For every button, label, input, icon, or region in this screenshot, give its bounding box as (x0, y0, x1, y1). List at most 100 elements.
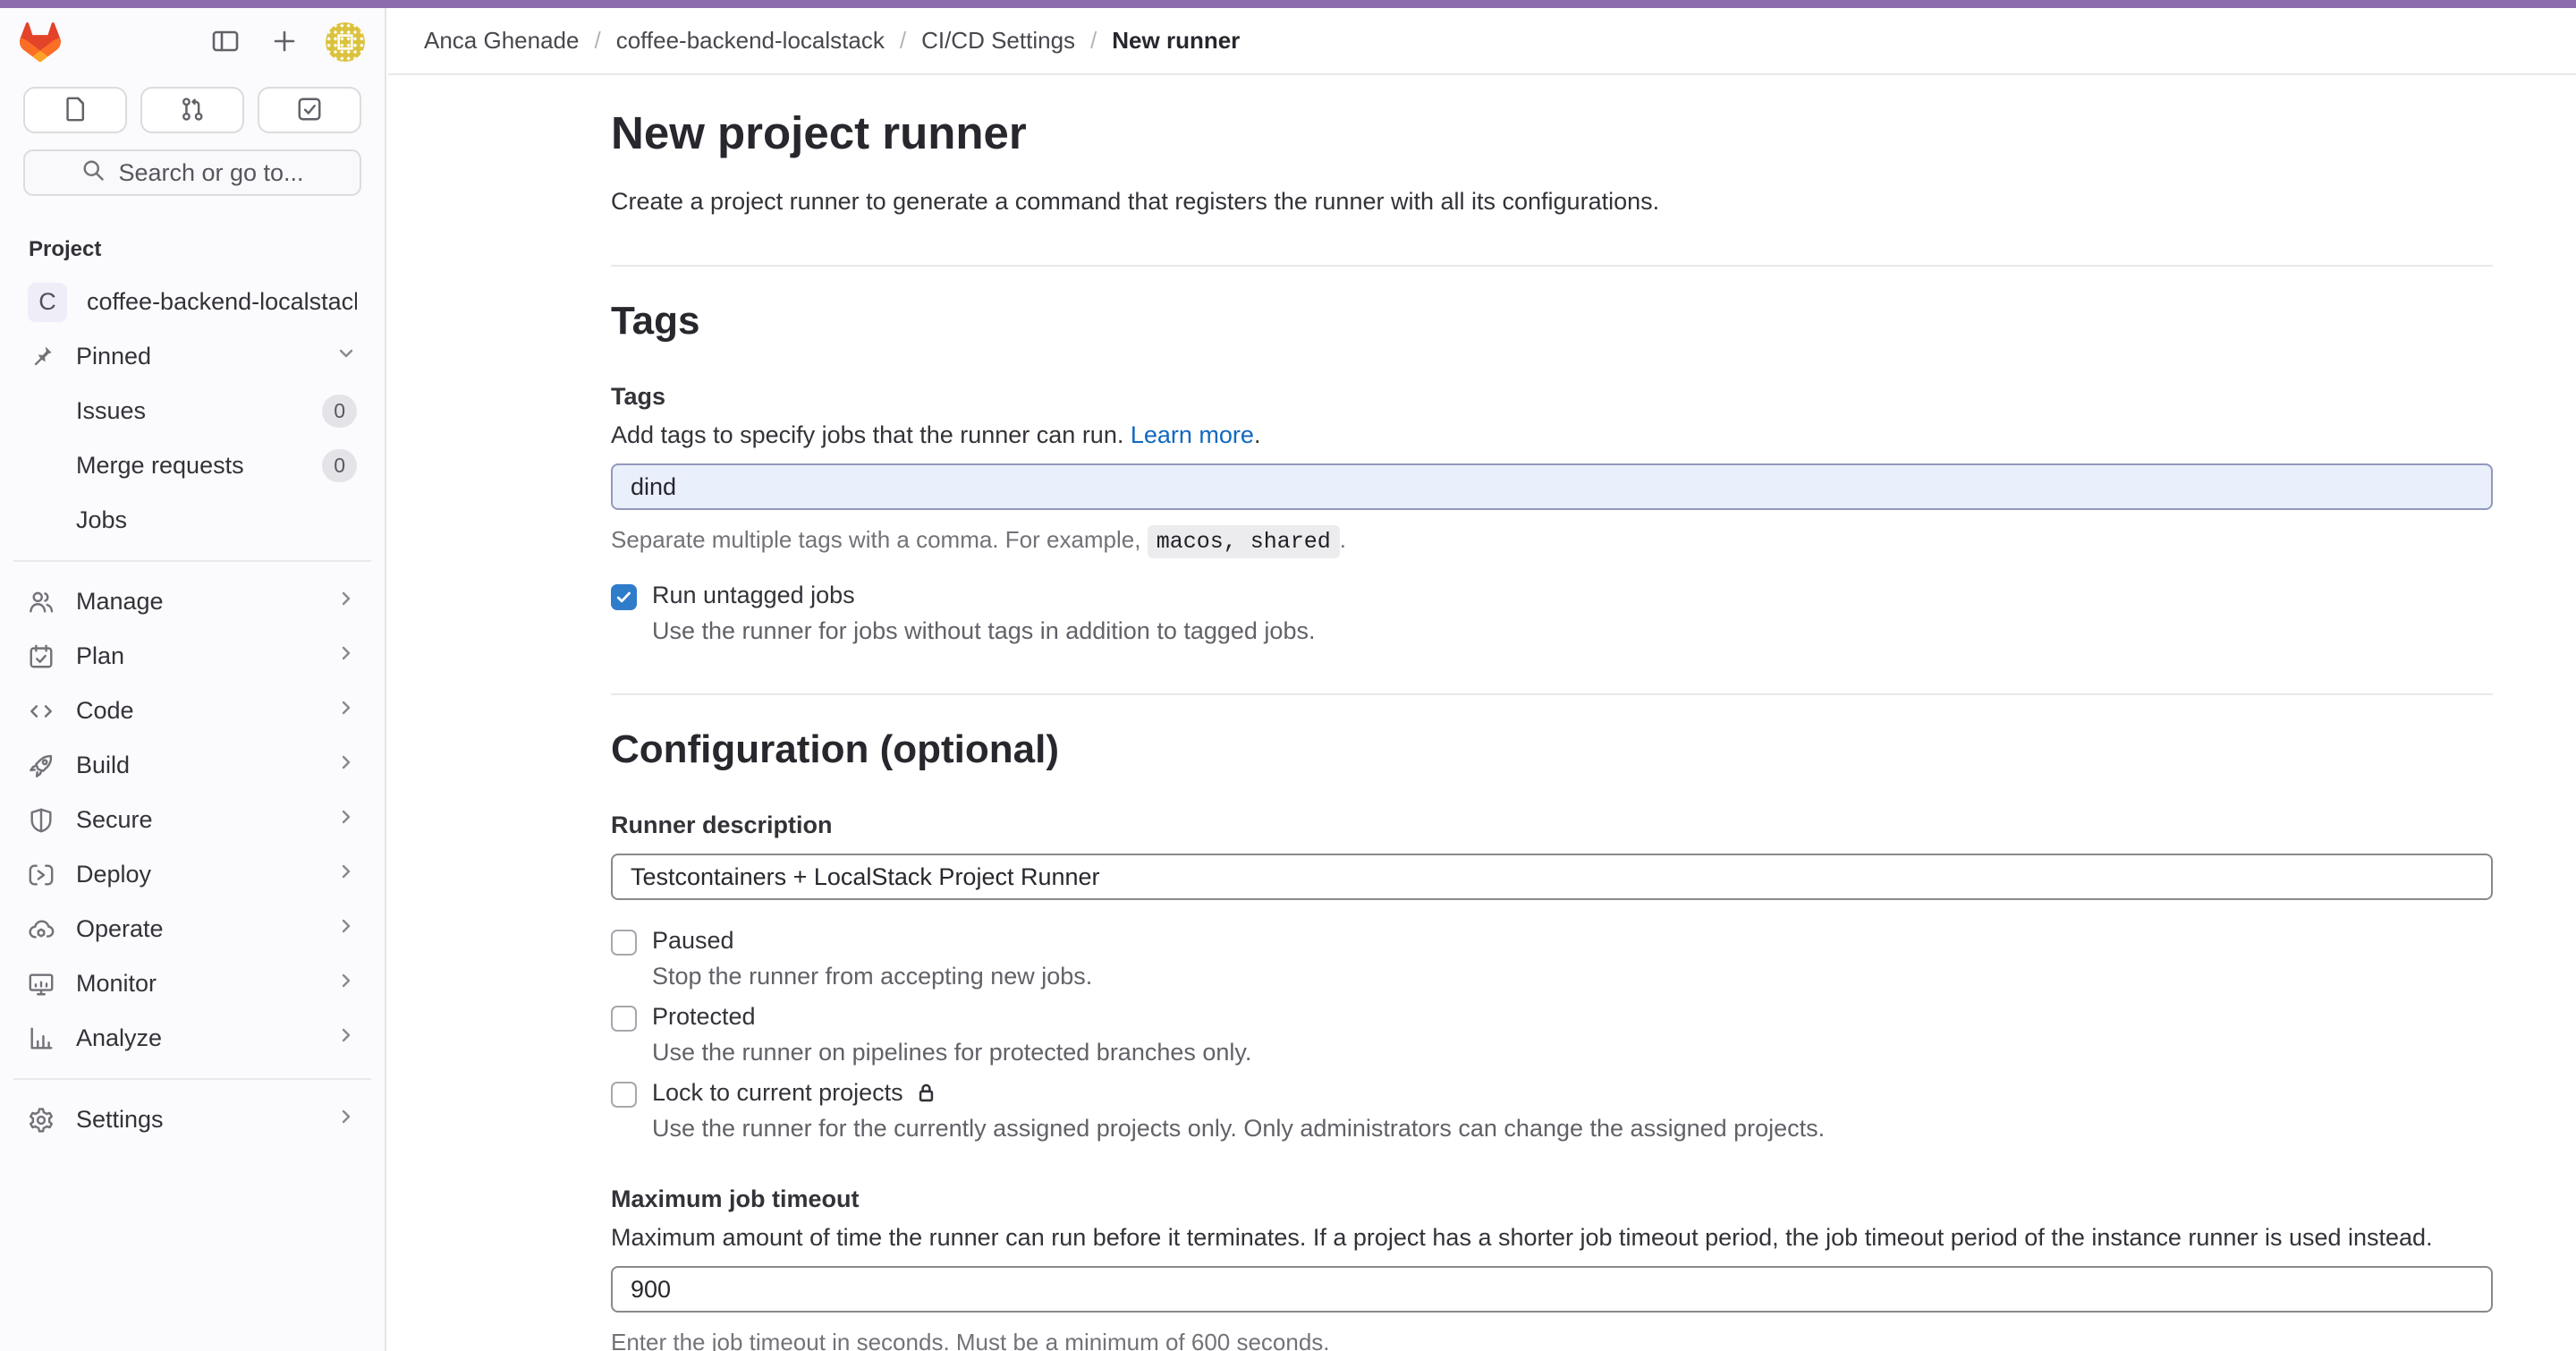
chevron-down-icon (335, 343, 357, 370)
tags-input[interactable] (611, 463, 2493, 510)
project-avatar: C (28, 283, 67, 322)
run-untagged-jobs-checkbox-row[interactable]: Run untagged jobs (611, 582, 2493, 610)
sidebar-divider (13, 560, 371, 562)
sidebar-item-code[interactable]: Code (13, 684, 371, 738)
paused-checkbox[interactable] (611, 930, 637, 956)
section-divider (611, 693, 2493, 695)
chevron-right-icon (335, 915, 357, 943)
section-divider (611, 265, 2493, 267)
chevron-right-icon (335, 806, 357, 834)
sidebar-item-deploy[interactable]: Deploy (13, 847, 371, 902)
create-new-button[interactable] (267, 24, 302, 60)
issue-document-icon (62, 96, 89, 125)
lock-to-projects-checkbox[interactable] (611, 1082, 637, 1108)
deploy-icon (28, 862, 55, 888)
issues-count-badge: 0 (322, 395, 357, 428)
sidebar-toggle-button[interactable] (208, 24, 243, 60)
sidebar-item-label: Issues (76, 397, 322, 425)
tags-helper-text: Separate multiple tags with a comma. For… (611, 526, 1140, 553)
tags-helper: Separate multiple tags with a comma. For… (611, 526, 2493, 555)
chevron-right-icon (335, 1024, 357, 1052)
protected-checkbox[interactable] (611, 1006, 637, 1032)
chevron-right-icon (335, 1106, 357, 1134)
sidebar-item-secure[interactable]: Secure (13, 793, 371, 847)
sidebar-item-analyze[interactable]: Analyze (13, 1011, 371, 1066)
breadcrumb-item-cicd-settings[interactable]: CI/CD Settings (921, 27, 1075, 55)
top-accent-bar (0, 0, 2576, 8)
protected-block: Protected Use the runner on pipelines fo… (611, 1003, 2493, 1066)
sidebar-item-label: Secure (76, 806, 335, 834)
learn-more-link[interactable]: Learn more (1131, 421, 1254, 448)
configuration-section-heading: Configuration (optional) (611, 726, 2493, 774)
checkbox-label: Lock to current projects (652, 1079, 938, 1107)
bar-chart-icon (28, 1025, 55, 1052)
project-name: coffee-backend-localstack (87, 288, 357, 316)
tags-example-code: macos, shared (1148, 525, 1340, 558)
chevron-right-icon (335, 697, 357, 725)
sidebar-item-label: Merge requests (76, 452, 322, 480)
merge-requests-count-badge: 0 (322, 449, 357, 482)
search-input[interactable]: Search or go to... (23, 149, 361, 196)
sidebar-divider (13, 1078, 371, 1080)
merge-requests-shortcut-button[interactable] (140, 87, 244, 133)
sidebar-item-operate[interactable]: Operate (13, 902, 371, 956)
run-untagged-jobs-checkbox[interactable] (611, 584, 637, 610)
breadcrumb-separator: / (900, 27, 906, 55)
users-icon (28, 589, 55, 616)
sidebar-item-project[interactable]: C coffee-backend-localstack (13, 275, 371, 329)
gear-icon (28, 1107, 55, 1134)
sidebar-item-issues[interactable]: Issues 0 (13, 384, 371, 438)
checkbox-label: Paused (652, 927, 734, 955)
sidebar-toggle-icon (211, 27, 240, 58)
protected-checkbox-row[interactable]: Protected (611, 1003, 2493, 1032)
chevron-right-icon (335, 752, 357, 779)
sidebar-item-jobs[interactable]: Jobs (13, 493, 371, 548)
user-avatar[interactable] (326, 22, 365, 62)
page-content: New project runner Create a project runn… (388, 106, 2576, 1351)
sidebar-item-pinned[interactable]: Pinned (13, 329, 371, 384)
checkbox-label: Run untagged jobs (652, 582, 855, 609)
max-job-timeout-label: Maximum job timeout (611, 1185, 2493, 1213)
sidebar-item-label: Analyze (76, 1024, 335, 1052)
breadcrumb-item-current: New runner (1112, 27, 1240, 55)
gitlab-tanuki-icon[interactable] (20, 22, 61, 62)
paused-checkbox-row[interactable]: Paused (611, 927, 2493, 956)
page-subtitle: Create a project runner to generate a co… (611, 186, 2493, 217)
sidebar-item-label: Deploy (76, 861, 335, 888)
todo-check-icon (296, 96, 323, 125)
sidebar-item-monitor[interactable]: Monitor (13, 956, 371, 1011)
chevron-right-icon (335, 642, 357, 670)
lock-to-projects-checkbox-row[interactable]: Lock to current projects (611, 1079, 2493, 1108)
sidebar-item-label: Manage (76, 588, 335, 616)
runner-description-input[interactable] (611, 854, 2493, 900)
runner-description-label: Runner description (611, 811, 2493, 839)
lock-to-projects-block: Lock to current projects Use the runner … (611, 1079, 2493, 1143)
breadcrumb-item-project[interactable]: coffee-backend-localstack (616, 27, 885, 55)
max-job-timeout-helper: Enter the job timeout in seconds. Must b… (611, 1329, 2493, 1351)
code-brackets-icon (28, 698, 55, 725)
sidebar-item-label: Settings (76, 1106, 335, 1134)
todo-list-shortcut-button[interactable] (258, 87, 361, 133)
sidebar-header (0, 8, 385, 76)
tags-field-description: Add tags to specify jobs that the runner… (611, 421, 2493, 449)
checkbox-help-text: Stop the runner from accepting new jobs. (652, 963, 2493, 990)
sidebar: Search or go to... Project C coffee-back… (0, 8, 386, 1351)
checkbox-label: Protected (652, 1003, 756, 1031)
checkbox-help-text: Use the runner on pipelines for protecte… (652, 1039, 2493, 1066)
sidebar-item-plan[interactable]: Plan (13, 629, 371, 684)
sidebar-item-label: Monitor (76, 970, 335, 998)
checkbox-label-text: Lock to current projects (652, 1079, 903, 1107)
sidebar-item-merge-requests[interactable]: Merge requests 0 (13, 438, 371, 493)
breadcrumb-item-user[interactable]: Anca Ghenade (424, 27, 579, 55)
sidebar-item-manage[interactable]: Manage (13, 574, 371, 629)
sidebar-item-label: Operate (76, 915, 335, 943)
sentence-period: . (1254, 421, 1261, 448)
run-untagged-jobs-block: Run untagged jobs Use the runner for job… (611, 582, 2493, 645)
max-job-timeout-input[interactable] (611, 1266, 2493, 1313)
paused-block: Paused Stop the runner from accepting ne… (611, 927, 2493, 990)
issues-shortcut-button[interactable] (23, 87, 127, 133)
sidebar-item-settings[interactable]: Settings (13, 1092, 371, 1147)
breadcrumb-separator: / (594, 27, 600, 55)
sidebar-item-build[interactable]: Build (13, 738, 371, 793)
tags-section-heading: Tags (611, 297, 2493, 345)
